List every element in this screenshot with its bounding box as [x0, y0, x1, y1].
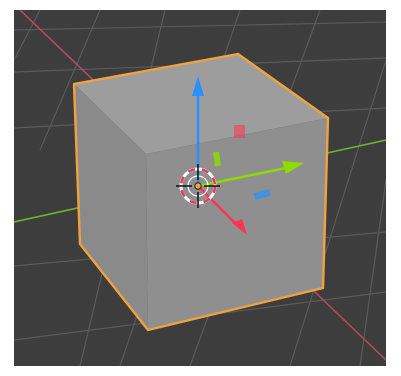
3d-viewport[interactable] [14, 10, 386, 366]
screenshot-frame [0, 0, 401, 376]
gizmo-xz-plane-handle[interactable] [234, 125, 245, 138]
origin-dot-icon [194, 182, 202, 190]
